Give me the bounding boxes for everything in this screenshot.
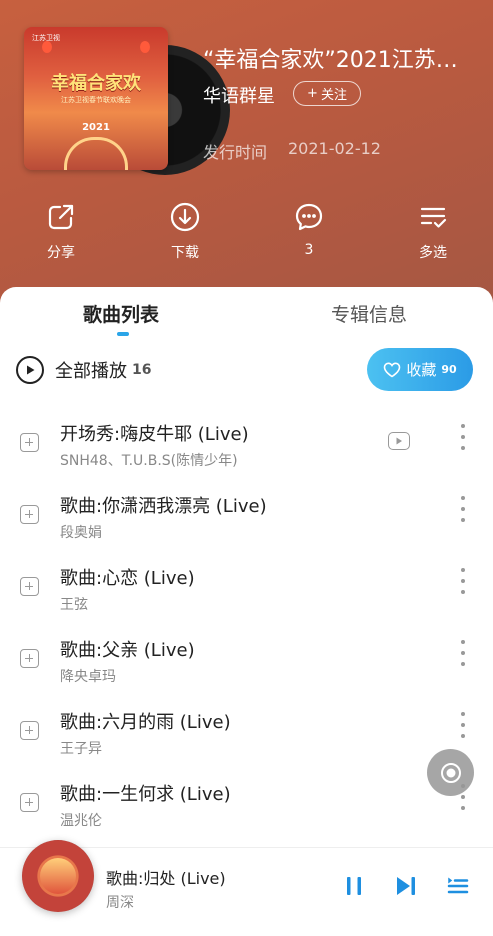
gate-illustration xyxy=(64,137,128,170)
album-header: 江苏卫视 幸福合家欢 江苏卫视春节联欢晚会 2021 “幸福合家欢”2021江苏… xyxy=(0,0,493,310)
song-row[interactable]: 歌曲:你潇洒我漂亮 (Live) 段奥娟 xyxy=(0,488,493,560)
album-artist[interactable]: 华语群星 xyxy=(203,82,275,108)
tab-album-info[interactable]: 专辑信息 xyxy=(331,300,407,327)
share-label: 分享 xyxy=(47,245,75,261)
song-artist: 王子异 xyxy=(60,741,102,757)
song-artist: 段奥娟 xyxy=(60,525,102,541)
song-row[interactable]: 歌曲:父亲 (Live) 降央卓玛 xyxy=(0,632,493,704)
pause-button[interactable] xyxy=(341,874,367,898)
download-label: 下载 xyxy=(171,245,199,261)
cover-title: 幸福合家欢 xyxy=(51,73,141,94)
locate-current-button[interactable] xyxy=(427,749,474,796)
playlist-icon xyxy=(447,877,469,894)
multiselect-button[interactable]: 多选 xyxy=(398,200,468,262)
play-icon xyxy=(16,356,44,384)
cover-subtitle: 江苏卫视春节联欢晚会 xyxy=(61,96,131,104)
song-title: 歌曲:六月的雨 (Live) xyxy=(60,712,231,733)
song-title: 歌曲:一生何求 (Live) xyxy=(60,784,231,805)
share-icon xyxy=(48,204,74,230)
more-icon[interactable] xyxy=(454,496,472,522)
download-icon xyxy=(170,202,200,232)
more-icon[interactable] xyxy=(454,640,472,666)
song-artist: 温兆伦 xyxy=(60,813,102,829)
song-row[interactable]: 歌曲:六月的雨 (Live) 王子异 xyxy=(0,704,493,776)
pause-icon xyxy=(347,877,361,895)
favorite-count: 90 xyxy=(441,363,457,376)
more-icon[interactable] xyxy=(454,568,472,594)
now-playing-artist: 周深 xyxy=(106,895,134,911)
add-icon[interactable] xyxy=(20,721,39,740)
favorite-label: 收藏 xyxy=(406,361,437,379)
play-all-label: 全部播放 xyxy=(55,361,127,382)
mv-icon[interactable] xyxy=(388,432,410,450)
track-count: 16 xyxy=(132,362,152,378)
release-label: 发行时间 xyxy=(203,143,268,162)
more-icon[interactable] xyxy=(454,424,472,450)
more-icon[interactable] xyxy=(454,712,472,738)
song-artist: 王弦 xyxy=(60,597,88,613)
song-row[interactable]: 歌曲:心恋 (Live) 王弦 xyxy=(0,560,493,632)
song-title: 歌曲:你潇洒我漂亮 (Live) xyxy=(60,496,267,517)
add-icon[interactable] xyxy=(20,433,39,452)
add-icon[interactable] xyxy=(20,649,39,668)
now-playing-title: 歌曲:归处 (Live) xyxy=(106,869,226,888)
song-artist: SNH48、T.U.B.S(陈情少年) xyxy=(60,453,238,469)
multiselect-icon xyxy=(420,207,447,228)
play-all-button[interactable]: 全部播放 16 xyxy=(16,356,151,384)
lantern-icon xyxy=(42,41,52,53)
share-button[interactable]: 分享 xyxy=(26,200,96,262)
album-title: “幸福合家欢”2021江苏卫视春节联欢晚会 xyxy=(203,48,478,73)
lantern-icon xyxy=(140,41,150,53)
song-title: 歌曲:心恋 (Live) xyxy=(60,568,195,589)
song-title: 歌曲:父亲 (Live) xyxy=(60,640,195,661)
favorite-button[interactable]: 收藏 90 xyxy=(367,348,473,391)
comment-button[interactable]: 3 xyxy=(274,200,344,258)
song-row[interactable]: 开场秀:嗨皮牛耶 (Live) SNH48、T.U.B.S(陈情少年) xyxy=(0,416,493,488)
comment-count: 3 xyxy=(304,242,314,258)
cover-year: 2021 xyxy=(82,122,110,133)
playlist-button[interactable] xyxy=(445,874,471,898)
plus-icon: + xyxy=(307,86,318,101)
add-icon[interactable] xyxy=(20,505,39,524)
next-button[interactable] xyxy=(393,874,419,898)
tab-song-list[interactable]: 歌曲列表 xyxy=(83,300,159,327)
comment-icon xyxy=(295,203,323,231)
song-artist: 降央卓玛 xyxy=(60,669,116,685)
add-icon[interactable] xyxy=(20,793,39,812)
multiselect-label: 多选 xyxy=(419,245,447,261)
mini-player[interactable]: 歌曲:归处 (Live) 周深 xyxy=(0,840,493,936)
add-icon[interactable] xyxy=(20,577,39,596)
follow-label: 关注 xyxy=(320,88,347,103)
song-row[interactable]: 歌曲:一生何求 (Live) 温兆伦 xyxy=(0,776,493,848)
tab-indicator xyxy=(117,332,129,336)
album-cover[interactable]: 江苏卫视 幸福合家欢 江苏卫视春节联欢晚会 2021 xyxy=(24,27,168,170)
next-icon xyxy=(397,877,415,895)
download-button[interactable]: 下载 xyxy=(150,200,220,262)
follow-button[interactable]: + 关注 xyxy=(293,81,361,106)
heart-icon xyxy=(384,361,401,377)
now-playing-cover[interactable] xyxy=(22,840,94,912)
song-title: 开场秀:嗨皮牛耶 (Live) xyxy=(60,424,249,445)
release-date: 2021-02-12 xyxy=(288,139,381,158)
target-icon xyxy=(440,762,461,783)
